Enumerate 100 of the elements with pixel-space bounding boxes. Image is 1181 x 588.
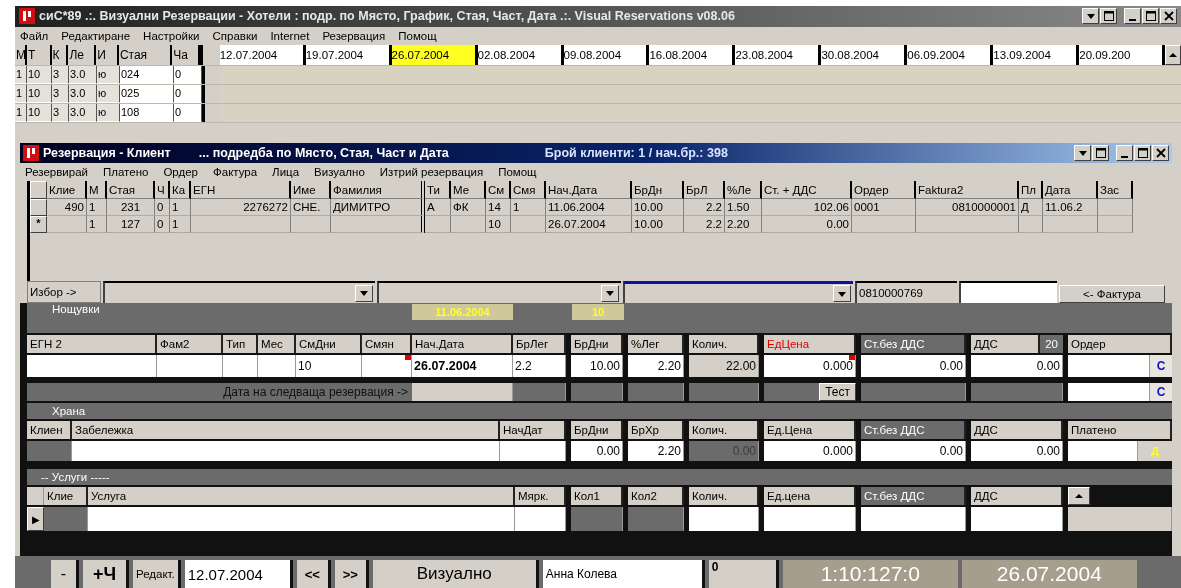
input-field[interactable]: 10.00: [571, 355, 623, 378]
user-field[interactable]: Анна Колева: [542, 560, 705, 588]
input-field[interactable]: 0.00: [971, 355, 1063, 378]
date-field[interactable]: 12.07.2004: [184, 560, 293, 588]
column-header: Ст.без ДДС: [861, 335, 966, 354]
visual-button[interactable]: Визуално: [372, 560, 539, 588]
input-field[interactable]: [258, 355, 296, 378]
table-cell: 1: [87, 199, 107, 217]
minimize-icon[interactable]: [1124, 8, 1141, 25]
row-header[interactable]: *: [30, 216, 47, 234]
input-field[interactable]: [157, 355, 223, 378]
maximize-icon[interactable]: [1142, 8, 1159, 25]
input-field[interactable]: 2.20: [628, 355, 684, 378]
row-header[interactable]: [30, 199, 47, 217]
date-field[interactable]: 26.07.2004: [412, 355, 513, 378]
input-field[interactable]: 10: [296, 355, 362, 378]
table-cell: 26.07.2004: [546, 216, 632, 234]
input-field[interactable]: [72, 441, 500, 462]
add-button[interactable]: +Ч: [83, 560, 129, 588]
input-field[interactable]: [1068, 441, 1138, 462]
menu-item[interactable]: Файл: [20, 29, 49, 42]
table-cell: 14: [486, 199, 511, 217]
menu-item[interactable]: Платено: [103, 166, 149, 179]
dropdown-icon[interactable]: [1074, 145, 1091, 162]
previous-button[interactable]: <<: [296, 560, 331, 588]
input-field[interactable]: [1068, 355, 1150, 378]
menu-item[interactable]: Резервация: [322, 29, 386, 42]
column-header: БрХр: [628, 421, 684, 440]
input-field[interactable]: [764, 507, 856, 532]
menu-item[interactable]: Редактиране: [61, 29, 131, 42]
input-field[interactable]: 0.00: [861, 355, 966, 378]
close-icon[interactable]: [1152, 145, 1169, 162]
date-header[interactable]: 16.08.2004: [649, 44, 736, 65]
maximize-icon[interactable]: [1134, 145, 1151, 162]
input-field[interactable]: [959, 281, 1057, 304]
date-header[interactable]: 26.07.2004: [391, 44, 478, 65]
input-field[interactable]: [362, 355, 412, 378]
next-date-field[interactable]: [412, 383, 513, 402]
input-field[interactable]: 0.00: [571, 441, 623, 462]
input-field[interactable]: [88, 507, 515, 532]
input-field[interactable]: 0.00: [971, 441, 1063, 462]
dropdown-field[interactable]: [103, 281, 375, 304]
cell-background: [571, 507, 623, 532]
close-icon[interactable]: [1160, 8, 1177, 25]
scroll-track[interactable]: [1068, 507, 1172, 532]
menu-item[interactable]: Настройки: [143, 29, 200, 42]
invoice-number-field[interactable]: 0810000769: [855, 281, 957, 304]
dropdown-field[interactable]: [377, 281, 621, 304]
input-field[interactable]: 0.00: [861, 441, 966, 462]
menu-item[interactable]: Изтрий резервация: [379, 166, 484, 179]
code-button[interactable]: C: [1150, 383, 1172, 402]
restore-icon[interactable]: [1100, 8, 1117, 25]
date-header[interactable]: 20.09.200: [1079, 44, 1166, 65]
input-field[interactable]: 2.20: [628, 441, 684, 462]
column-header: Ордер: [1068, 335, 1172, 354]
input-field[interactable]: [971, 507, 1063, 532]
column-header: Смя: [511, 181, 546, 200]
date-header[interactable]: 30.08.2004: [821, 44, 908, 65]
input-field[interactable]: [223, 355, 258, 378]
invoice-button[interactable]: <- Фактура: [1059, 285, 1165, 304]
menu-item[interactable]: Ордер: [163, 166, 198, 179]
column-header: Ле: [68, 44, 97, 65]
input-field[interactable]: [27, 355, 157, 378]
dropdown-icon[interactable]: [1082, 8, 1099, 25]
test-button[interactable]: Тест: [819, 383, 856, 402]
date-header[interactable]: 23.08.2004: [735, 44, 822, 65]
restore-icon[interactable]: [1092, 145, 1109, 162]
menu-item[interactable]: Визуално: [314, 166, 365, 179]
next-button[interactable]: >>: [334, 560, 369, 588]
menu-item[interactable]: Помощ: [498, 166, 537, 179]
table-cell: Д: [1019, 199, 1043, 217]
date-header[interactable]: 09.08.2004: [563, 44, 650, 65]
input-field[interactable]: 2.2: [513, 355, 566, 378]
code-button[interactable]: C: [1150, 355, 1172, 378]
date-header[interactable]: 13.09.2004: [993, 44, 1080, 65]
menu-item[interactable]: Резервирай: [25, 166, 88, 179]
menu-item[interactable]: Справки: [212, 29, 258, 42]
input-field[interactable]: [1068, 383, 1150, 402]
input-field[interactable]: [689, 507, 759, 532]
scroll-up-button[interactable]: [1068, 487, 1090, 506]
remove-button[interactable]: -: [51, 560, 79, 588]
menu-item[interactable]: Фактура: [213, 166, 258, 179]
input-field[interactable]: 0.000: [764, 355, 856, 378]
edit-label: Редакт.: [133, 560, 181, 588]
menu-item[interactable]: Помощ: [398, 29, 437, 42]
scroll-up-button[interactable]: [1165, 44, 1181, 65]
row-header: [27, 487, 44, 506]
date-header[interactable]: 12.07.2004: [219, 44, 306, 65]
input-field[interactable]: [861, 507, 966, 532]
menu-item[interactable]: Internet: [270, 29, 310, 42]
table-cell: 1: [170, 216, 191, 234]
menu-item[interactable]: Лица: [272, 166, 300, 179]
minimize-icon[interactable]: [1116, 145, 1133, 162]
date-header[interactable]: 19.07.2004: [305, 44, 392, 65]
input-field[interactable]: 0.000: [764, 441, 856, 462]
dropdown-field[interactable]: [623, 281, 853, 304]
input-field[interactable]: [500, 441, 566, 462]
date-header[interactable]: 06.09.2004: [907, 44, 994, 65]
date-header[interactable]: 02.08.2004: [477, 44, 564, 65]
input-field[interactable]: [515, 507, 566, 532]
